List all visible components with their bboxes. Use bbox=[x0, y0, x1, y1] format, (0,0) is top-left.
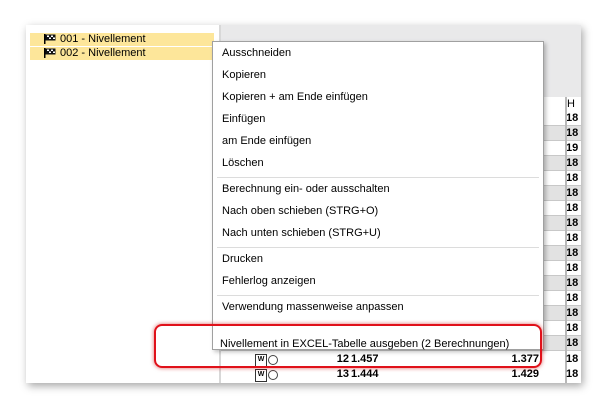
cell-h: 18 bbox=[566, 127, 579, 139]
cell-h: 19 bbox=[566, 142, 579, 154]
cell-h: 18 bbox=[566, 262, 579, 274]
cell-h: 18 bbox=[566, 202, 579, 214]
menu-item[interactable]: Fehlerlog anzeigen bbox=[222, 271, 316, 291]
menu-item[interactable]: am Ende einfügen bbox=[222, 131, 311, 151]
column-divider bbox=[566, 97, 567, 383]
tree-item-001[interactable]: 001 - Nivellement bbox=[30, 33, 214, 46]
menu-separator bbox=[217, 177, 539, 178]
menu-item[interactable]: Berechnung ein- oder ausschalten bbox=[222, 179, 390, 199]
cell-h: 18 bbox=[566, 217, 579, 229]
menu-item[interactable]: Löschen bbox=[222, 153, 264, 173]
menu-item[interactable]: Kopieren + am Ende einfügen bbox=[222, 87, 368, 107]
cell-h: 18 bbox=[566, 187, 579, 199]
menu-item[interactable]: Verwendung massenweise anpassen bbox=[222, 297, 404, 317]
cell-h: 18 bbox=[566, 292, 579, 304]
context-menu: Ausschneiden Kopieren Kopieren + am Ende e… bbox=[212, 41, 544, 350]
menu-item[interactable]: Nach oben schieben (STRG+O) bbox=[222, 201, 378, 221]
cell-h: 18 bbox=[566, 322, 579, 334]
menu-item[interactable]: Nach unten schieben (STRG+U) bbox=[222, 223, 381, 243]
menu-item[interactable]: Kopieren bbox=[222, 65, 266, 85]
flag-icon bbox=[44, 48, 56, 58]
cell-value2: 1.429 bbox=[511, 368, 539, 380]
cell-h: 18 bbox=[566, 232, 579, 244]
cell-h: 18 bbox=[566, 157, 579, 169]
cell-h: 18 bbox=[566, 368, 579, 380]
cell-h: 18 bbox=[566, 277, 579, 289]
tree-item-label: 001 - Nivellement bbox=[60, 33, 146, 45]
cell-number: 13 bbox=[336, 368, 349, 380]
cell-h: 18 bbox=[566, 112, 579, 124]
cell-value1: 1.444 bbox=[351, 368, 379, 380]
menu-item[interactable]: Ausschneiden bbox=[222, 43, 291, 63]
cell-h: 18 bbox=[566, 307, 579, 319]
cell-h: 18 bbox=[566, 172, 579, 184]
menu-separator bbox=[217, 295, 539, 296]
menu-item-excel-export[interactable]: Nivellement in EXCEL-Tabelle ausgeben (2… bbox=[220, 334, 509, 354]
cell-h: 18 bbox=[566, 247, 579, 259]
flag-icon bbox=[44, 34, 56, 44]
cell-h: 18 bbox=[566, 337, 579, 349]
row-type-icon: W bbox=[255, 369, 267, 382]
tree-item-002[interactable]: 002 - Nivellement bbox=[30, 47, 214, 60]
table-row[interactable]: W 13 1.444 1.429 18 bbox=[221, 367, 581, 382]
menu-item[interactable]: Einfügen bbox=[222, 109, 265, 129]
column-header-h[interactable]: H bbox=[567, 98, 575, 110]
column-divider bbox=[565, 97, 566, 383]
menu-item[interactable]: Drucken bbox=[222, 249, 263, 269]
tree-item-label: 002 - Nivellement bbox=[60, 47, 146, 59]
menu-separator bbox=[217, 247, 539, 248]
cell-h: 18 bbox=[566, 353, 579, 365]
row-radio[interactable] bbox=[268, 370, 278, 380]
